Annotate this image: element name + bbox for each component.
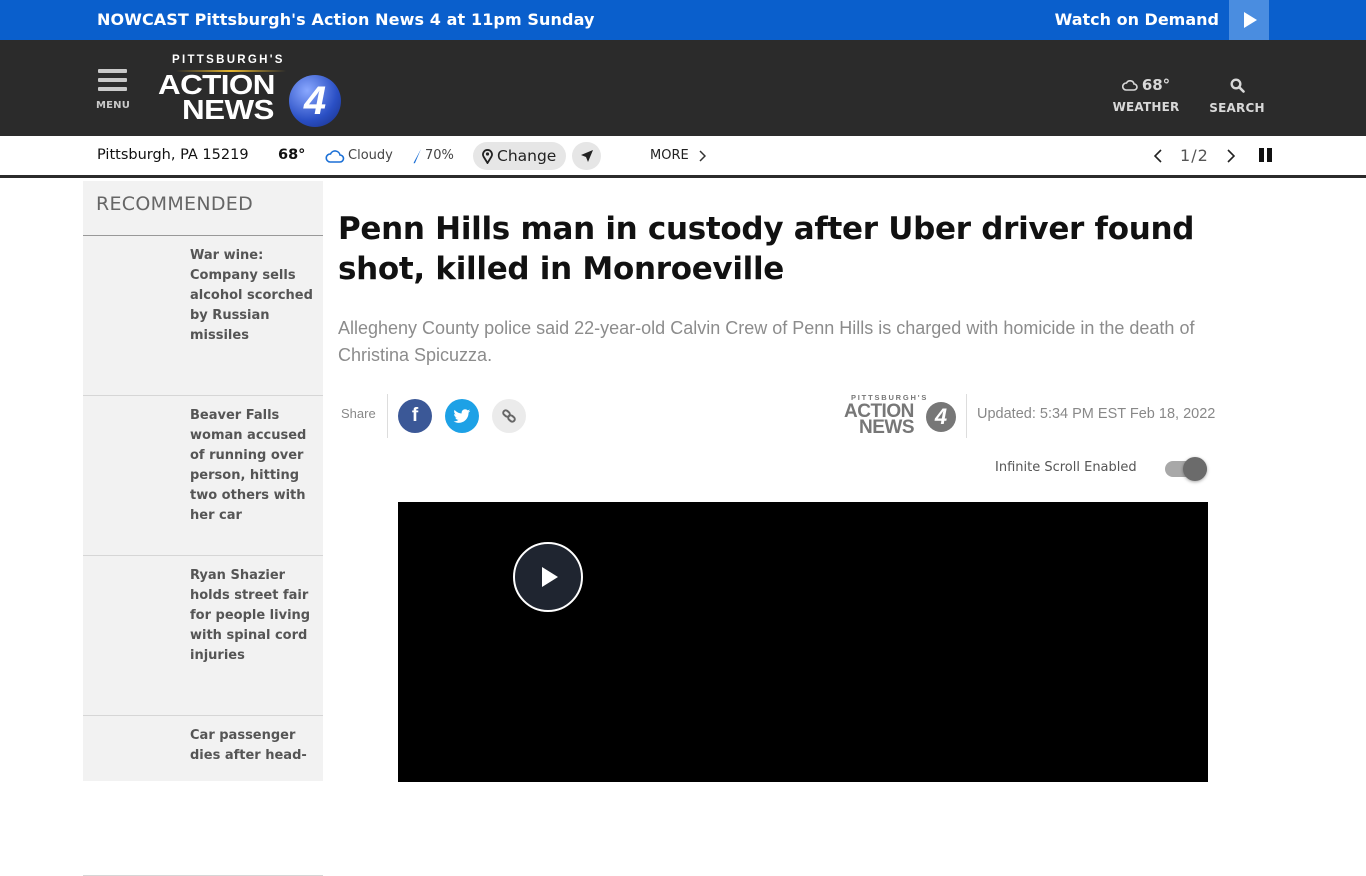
use-my-location-button[interactable] xyxy=(572,142,601,170)
pager-current: 1 xyxy=(1180,146,1192,165)
twitter-icon xyxy=(453,408,471,423)
play-icon xyxy=(542,567,558,587)
logo-line3: NEWS xyxy=(182,94,274,125)
change-location-button[interactable]: Change xyxy=(473,142,567,170)
updated-timestamp: Updated: 5:34 PM EST Feb 18, 2022 xyxy=(977,406,1216,422)
weather-condition-text: Cloudy xyxy=(348,148,393,163)
location-arrow-icon xyxy=(580,150,593,162)
menu-button[interactable]: MENU xyxy=(96,67,130,115)
weather-bar: Pittsburgh, PA 15219 68° Cloudy 70% Chan… xyxy=(0,136,1366,178)
header-weather-label: WEATHER xyxy=(1112,100,1180,114)
map-pin-icon xyxy=(482,148,493,164)
recommended-item-title[interactable]: Beaver Falls woman accused of running ov… xyxy=(190,406,318,526)
hamburger-icon-bar xyxy=(98,87,127,91)
recommended-item[interactable]: Beaver Falls woman accused of running ov… xyxy=(83,396,323,556)
play-icon xyxy=(1244,12,1257,28)
recommended-thumbnail[interactable] xyxy=(83,716,179,875)
facebook-share-button[interactable]: f xyxy=(398,399,432,433)
weather-precip-text: 70% xyxy=(425,148,454,163)
pager-total: 2 xyxy=(1197,146,1209,165)
weather-temp: 68° xyxy=(278,147,306,163)
hamburger-icon xyxy=(98,69,127,73)
site-logo[interactable]: PITTSBURGH'S ACTION NEWS 4 xyxy=(158,52,343,127)
infinite-scroll-label: Infinite Scroll Enabled xyxy=(995,460,1137,475)
site-header: MENU PITTSBURGH'S ACTION NEWS 4 68° WEAT… xyxy=(0,40,1366,136)
facebook-icon: f xyxy=(411,405,419,426)
recommended-item-title[interactable]: Car passenger dies after head- xyxy=(190,726,318,766)
channel-4-icon: 4 xyxy=(289,75,341,127)
watch-on-demand-link[interactable]: Watch on Demand xyxy=(1055,0,1219,40)
header-weather-temp: 68° xyxy=(1141,76,1171,94)
promo-banner[interactable]: NOWCAST Pittsburgh's Action News 4 at 11… xyxy=(0,0,1366,40)
pager-count: 1/2 xyxy=(1180,146,1209,165)
change-label: Change xyxy=(497,147,557,165)
share-label: Share xyxy=(341,406,376,421)
header-search-label: SEARCH xyxy=(1209,101,1265,115)
divider xyxy=(387,394,388,438)
pager-prev-button[interactable] xyxy=(1148,146,1168,166)
logo-line1: PITTSBURGH'S xyxy=(172,54,285,66)
header-search-button[interactable]: SEARCH xyxy=(1206,78,1268,115)
recommended-sidebar: RECOMMENDED War wine: Company sells alco… xyxy=(83,181,323,876)
video-player[interactable] xyxy=(398,502,1208,782)
cloud-icon xyxy=(325,149,345,163)
infinite-scroll-toggle[interactable] xyxy=(1165,457,1207,481)
divider xyxy=(966,394,967,438)
pager-next-button[interactable] xyxy=(1221,146,1241,166)
recommended-item[interactable]: Car passenger dies after head- xyxy=(83,716,323,876)
recommended-title: RECOMMENDED xyxy=(96,193,253,215)
chevron-right-icon xyxy=(1227,148,1235,163)
weather-more-link[interactable]: MORE xyxy=(650,136,706,175)
toggle-knob[interactable] xyxy=(1183,457,1207,481)
pause-icon-bar xyxy=(1267,148,1272,162)
recommended-thumbnail[interactable] xyxy=(83,396,179,555)
recommended-item-title[interactable]: War wine: Company sells alcohol scorched… xyxy=(190,246,318,346)
menu-label: MENU xyxy=(96,100,131,111)
source-logo: PITTSBURGH'S ACTION NEWS 4 xyxy=(843,393,958,438)
hamburger-icon-bar xyxy=(98,78,127,82)
recommended-thumbnail[interactable] xyxy=(83,236,179,395)
weather-condition: Cloudy xyxy=(325,136,393,175)
chevron-left-icon xyxy=(1154,148,1162,163)
recommended-item-title[interactable]: Ryan Shazier holds street fair for peopl… xyxy=(190,566,318,666)
header-weather-button[interactable]: 68° WEATHER xyxy=(1110,76,1182,114)
raindrop-icon xyxy=(413,148,421,163)
recommended-item[interactable]: War wine: Company sells alcohol scorched… xyxy=(83,236,323,396)
copy-link-button[interactable] xyxy=(492,399,526,433)
weather-location: Pittsburgh, PA 15219 xyxy=(97,147,249,163)
source-logo-line3: NEWS xyxy=(859,417,915,438)
link-icon xyxy=(502,409,516,423)
promo-text: Pittsburgh's Action News 4 at 11pm Sunda… xyxy=(194,10,595,29)
pause-icon xyxy=(1259,148,1264,162)
watch-on-demand-play-button[interactable] xyxy=(1229,0,1269,40)
video-play-button[interactable] xyxy=(513,542,583,612)
more-label: MORE xyxy=(650,148,689,163)
cloud-icon xyxy=(1121,80,1138,91)
weather-pager: 1/2 xyxy=(1148,136,1241,175)
article-headline: Penn Hills man in custody after Uber dri… xyxy=(338,211,1195,287)
promo-kicker: NOWCAST xyxy=(97,10,189,29)
recommended-item[interactable]: Ryan Shazier holds street fair for peopl… xyxy=(83,556,323,716)
pause-button[interactable] xyxy=(1259,148,1273,162)
search-icon xyxy=(1229,78,1245,93)
channel-4-icon: 4 xyxy=(926,402,956,432)
recommended-thumbnail[interactable] xyxy=(83,556,179,715)
twitter-share-button[interactable] xyxy=(445,399,479,433)
promo-headline[interactable]: NOWCAST Pittsburgh's Action News 4 at 11… xyxy=(97,0,595,40)
chevron-right-icon xyxy=(699,149,706,162)
article-summary: Allegheny County police said 22-year-old… xyxy=(338,318,1195,365)
weather-precip: 70% xyxy=(412,136,454,175)
